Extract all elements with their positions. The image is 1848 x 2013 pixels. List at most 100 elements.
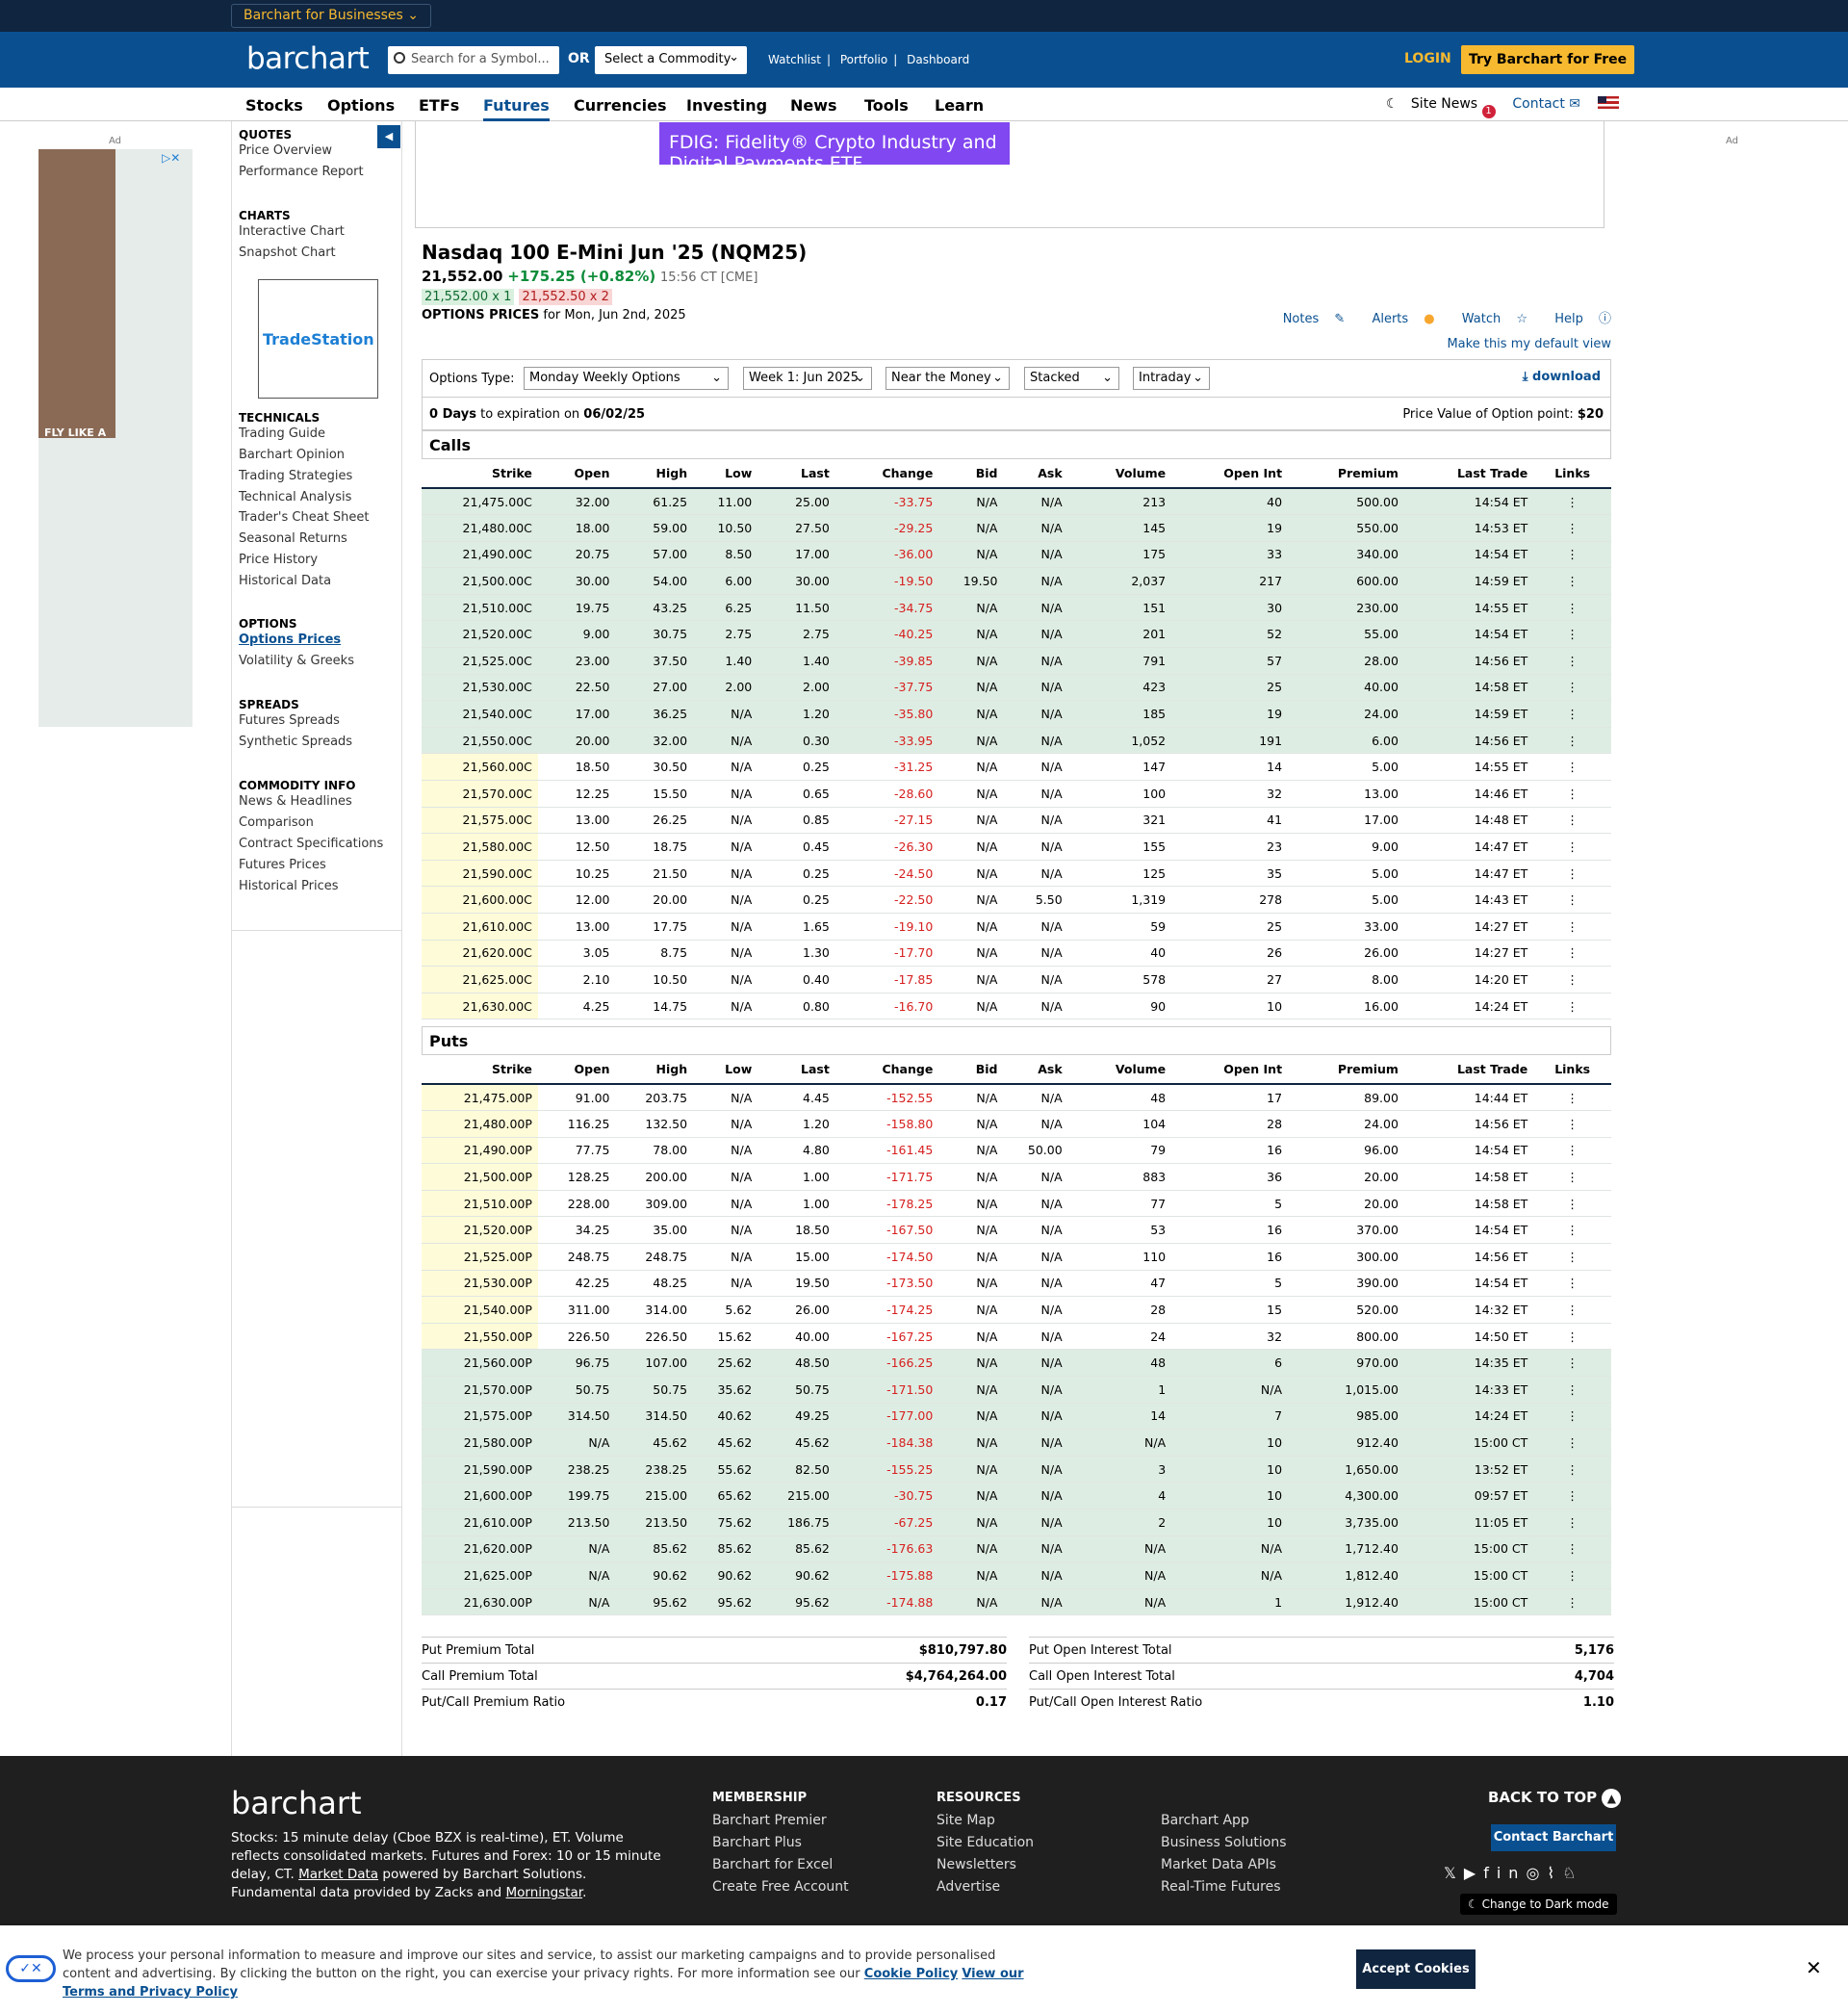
table-row[interactable]: 21,540.00C 17.00 36.25 N/A 1.20 -35.80 N/A N/A 1… [422, 700, 1611, 728]
more-options-icon[interactable]: ⋮ [1533, 1403, 1611, 1431]
collapse-sidebar-button[interactable]: ◀ [377, 125, 400, 148]
watchlist-link[interactable]: Watchlist [768, 53, 821, 66]
footer-link-site-map[interactable]: Site Map [937, 1813, 1034, 1828]
table-row[interactable]: 21,530.00P 42.25 48.25 N/A 19.50 -173.50 N/A N/… [422, 1270, 1611, 1298]
sidebar-item-trading-guide[interactable]: Trading Guide [239, 426, 325, 441]
cell-strike[interactable]: 21,580.00P [422, 1429, 538, 1457]
cell-strike[interactable]: 21,575.00C [422, 807, 538, 835]
column-header-change[interactable]: Change [834, 1055, 939, 1085]
table-row[interactable]: 21,520.00C 9.00 30.75 2.75 2.75 -40.25 N/A N/A 2… [422, 620, 1611, 649]
more-options-icon[interactable]: ⋮ [1533, 833, 1611, 861]
cell-strike[interactable]: 21,580.00C [422, 833, 538, 861]
sidebar-item-volatility-greeks[interactable]: Volatility & Greeks [239, 654, 354, 668]
more-options-icon[interactable]: ⋮ [1533, 913, 1611, 941]
app-icon[interactable]: ♘ [1562, 1864, 1583, 1882]
column-header-last[interactable]: Last [757, 1055, 835, 1085]
close-icon[interactable]: ✕ [1806, 1956, 1822, 1979]
footer-link-plus[interactable]: Barchart Plus [712, 1835, 849, 1850]
more-options-icon[interactable]: ⋮ [1533, 1084, 1611, 1112]
cell-strike[interactable]: 21,630.00P [422, 1588, 538, 1616]
cell-strike[interactable]: 21,480.00C [422, 514, 538, 542]
cell-strike[interactable]: 21,525.00C [422, 647, 538, 675]
column-header-premium[interactable]: Premium [1288, 1055, 1404, 1085]
period-select[interactable]: Intraday ⌄ [1133, 367, 1210, 390]
footer-link-premier[interactable]: Barchart Premier [712, 1813, 849, 1828]
more-options-icon[interactable]: ⋮ [1533, 541, 1611, 569]
cell-strike[interactable]: 21,610.00P [422, 1509, 538, 1536]
footer-link-real-time-futures[interactable]: Real-Time Futures [1161, 1879, 1287, 1895]
column-header-volume[interactable]: Volume [1067, 1055, 1172, 1085]
table-row[interactable]: 21,550.00P 226.50 226.50 15.62 40.00 -167.25 N… [422, 1323, 1611, 1351]
table-row[interactable]: 21,625.00P N/A 90.62 90.62 90.62 -175.88 N/A N/… [422, 1561, 1611, 1589]
morningstar-link[interactable]: Morningstar [506, 1885, 583, 1900]
table-row[interactable]: 21,575.00P 314.50 314.50 40.62 49.25 -177.00 N… [422, 1403, 1611, 1431]
nav-investing[interactable]: Investing [686, 96, 767, 115]
sidebar-item-trading-strategies[interactable]: Trading Strategies [239, 469, 352, 483]
cell-strike[interactable]: 21,550.00P [422, 1323, 538, 1351]
sidebar-item-interactive-chart[interactable]: Interactive Chart [239, 224, 345, 239]
nav-tools[interactable]: Tools [864, 96, 909, 115]
more-options-icon[interactable]: ⋮ [1533, 1588, 1611, 1616]
cell-strike[interactable]: 21,525.00P [422, 1243, 538, 1271]
table-row[interactable]: 21,575.00C 13.00 26.25 N/A 0.85 -27.15 N/A N/A 3… [422, 807, 1611, 835]
table-row[interactable]: 21,500.00P 128.25 200.00 N/A 1.00 -171.75 N/A N… [422, 1163, 1611, 1191]
table-row[interactable]: 21,625.00C 2.10 10.50 N/A 0.40 -17.85 N/A N/A 57… [422, 966, 1611, 994]
sidebar-item-technical-analysis[interactable]: Technical Analysis [239, 490, 351, 504]
more-options-icon[interactable]: ⋮ [1533, 620, 1611, 649]
cell-strike[interactable]: 21,590.00P [422, 1456, 538, 1484]
column-header-premium[interactable]: Premium [1288, 459, 1404, 489]
column-header-last-trade[interactable]: Last Trade [1403, 459, 1534, 489]
rss-icon[interactable]: ⌇ [1547, 1864, 1562, 1882]
more-options-icon[interactable]: ⋮ [1533, 1536, 1611, 1563]
more-options-icon[interactable]: ⋮ [1533, 700, 1611, 728]
more-options-icon[interactable]: ⋮ [1533, 1509, 1611, 1536]
column-header-high[interactable]: High [615, 459, 694, 489]
table-row[interactable]: 21,510.00C 19.75 43.25 6.25 11.50 -34.75 N/A N/… [422, 594, 1611, 622]
sidebar-item-futures-prices[interactable]: Futures Prices [239, 858, 326, 872]
sidebar-item-barchart-opinion[interactable]: Barchart Opinion [239, 448, 345, 462]
linkedin-icon[interactable]: in [1497, 1864, 1527, 1882]
table-row[interactable]: 21,630.00C 4.25 14.75 N/A 0.80 -16.70 N/A N/A 90… [422, 993, 1611, 1020]
facebook-icon[interactable]: f [1483, 1864, 1497, 1882]
column-header-open-int[interactable]: Open Int [1171, 459, 1289, 489]
cell-strike[interactable]: 21,625.00P [422, 1561, 538, 1589]
table-row[interactable]: 21,600.00P 199.75 215.00 65.62 215.00 -30.75 N… [422, 1482, 1611, 1510]
moon-icon[interactable]: ☾ [1386, 96, 1399, 112]
cell-strike[interactable]: 21,530.00P [422, 1270, 538, 1298]
column-header-strike[interactable]: Strike [422, 1055, 538, 1085]
barchart-for-businesses-dropdown[interactable]: Barchart for Businesses ⌄ [231, 4, 432, 28]
more-options-icon[interactable]: ⋮ [1533, 807, 1611, 835]
sidebar-item-performance-report[interactable]: Performance Report [239, 165, 364, 179]
instagram-icon[interactable]: ◎ [1526, 1864, 1547, 1882]
nav-currencies[interactable]: Currencies [574, 96, 667, 115]
more-options-icon[interactable]: ⋮ [1533, 567, 1611, 595]
options-type-select[interactable]: Monday Weekly Options ⌄ [524, 367, 729, 390]
cell-strike[interactable]: 21,630.00C [422, 993, 538, 1020]
sidebar-item-historical-data[interactable]: Historical Data [239, 574, 331, 588]
search-input[interactable]: Search for a Symbol... [388, 46, 559, 74]
more-options-icon[interactable]: ⋮ [1533, 1561, 1611, 1589]
sidebar-item-options-prices[interactable]: Options Prices [239, 632, 341, 647]
login-link[interactable]: LOGIN [1404, 51, 1451, 66]
portfolio-link[interactable]: Portfolio [840, 53, 887, 66]
contact-link[interactable]: Contact [1512, 96, 1564, 112]
more-options-icon[interactable]: ⋮ [1533, 993, 1611, 1020]
column-header-bid[interactable]: Bid [938, 1055, 1004, 1085]
back-to-top-link[interactable]: BACK TO TOP ▲ [1488, 1789, 1622, 1808]
cell-strike[interactable]: 21,550.00C [422, 727, 538, 755]
contact-barchart-button[interactable]: Contact Barchart [1491, 1824, 1616, 1851]
alerts-link[interactable]: Alerts ● [1360, 312, 1434, 326]
cell-strike[interactable]: 21,510.00P [422, 1190, 538, 1218]
footer-link-excel[interactable]: Barchart for Excel [712, 1857, 849, 1872]
footer-link-app[interactable]: Barchart App [1161, 1813, 1287, 1828]
sidebar-item-seasonal-returns[interactable]: Seasonal Returns [239, 531, 347, 546]
cell-strike[interactable]: 21,475.00P [422, 1084, 538, 1112]
more-options-icon[interactable]: ⋮ [1533, 1349, 1611, 1378]
x-icon[interactable]: 𝕏 [1444, 1864, 1464, 1882]
cell-strike[interactable]: 21,540.00C [422, 700, 538, 728]
more-options-icon[interactable]: ⋮ [1533, 1270, 1611, 1298]
more-options-icon[interactable]: ⋮ [1533, 1243, 1611, 1271]
more-options-icon[interactable]: ⋮ [1533, 727, 1611, 755]
watch-link[interactable]: Watch ☆ [1450, 312, 1527, 326]
market-data-link[interactable]: Market Data [298, 1867, 378, 1882]
